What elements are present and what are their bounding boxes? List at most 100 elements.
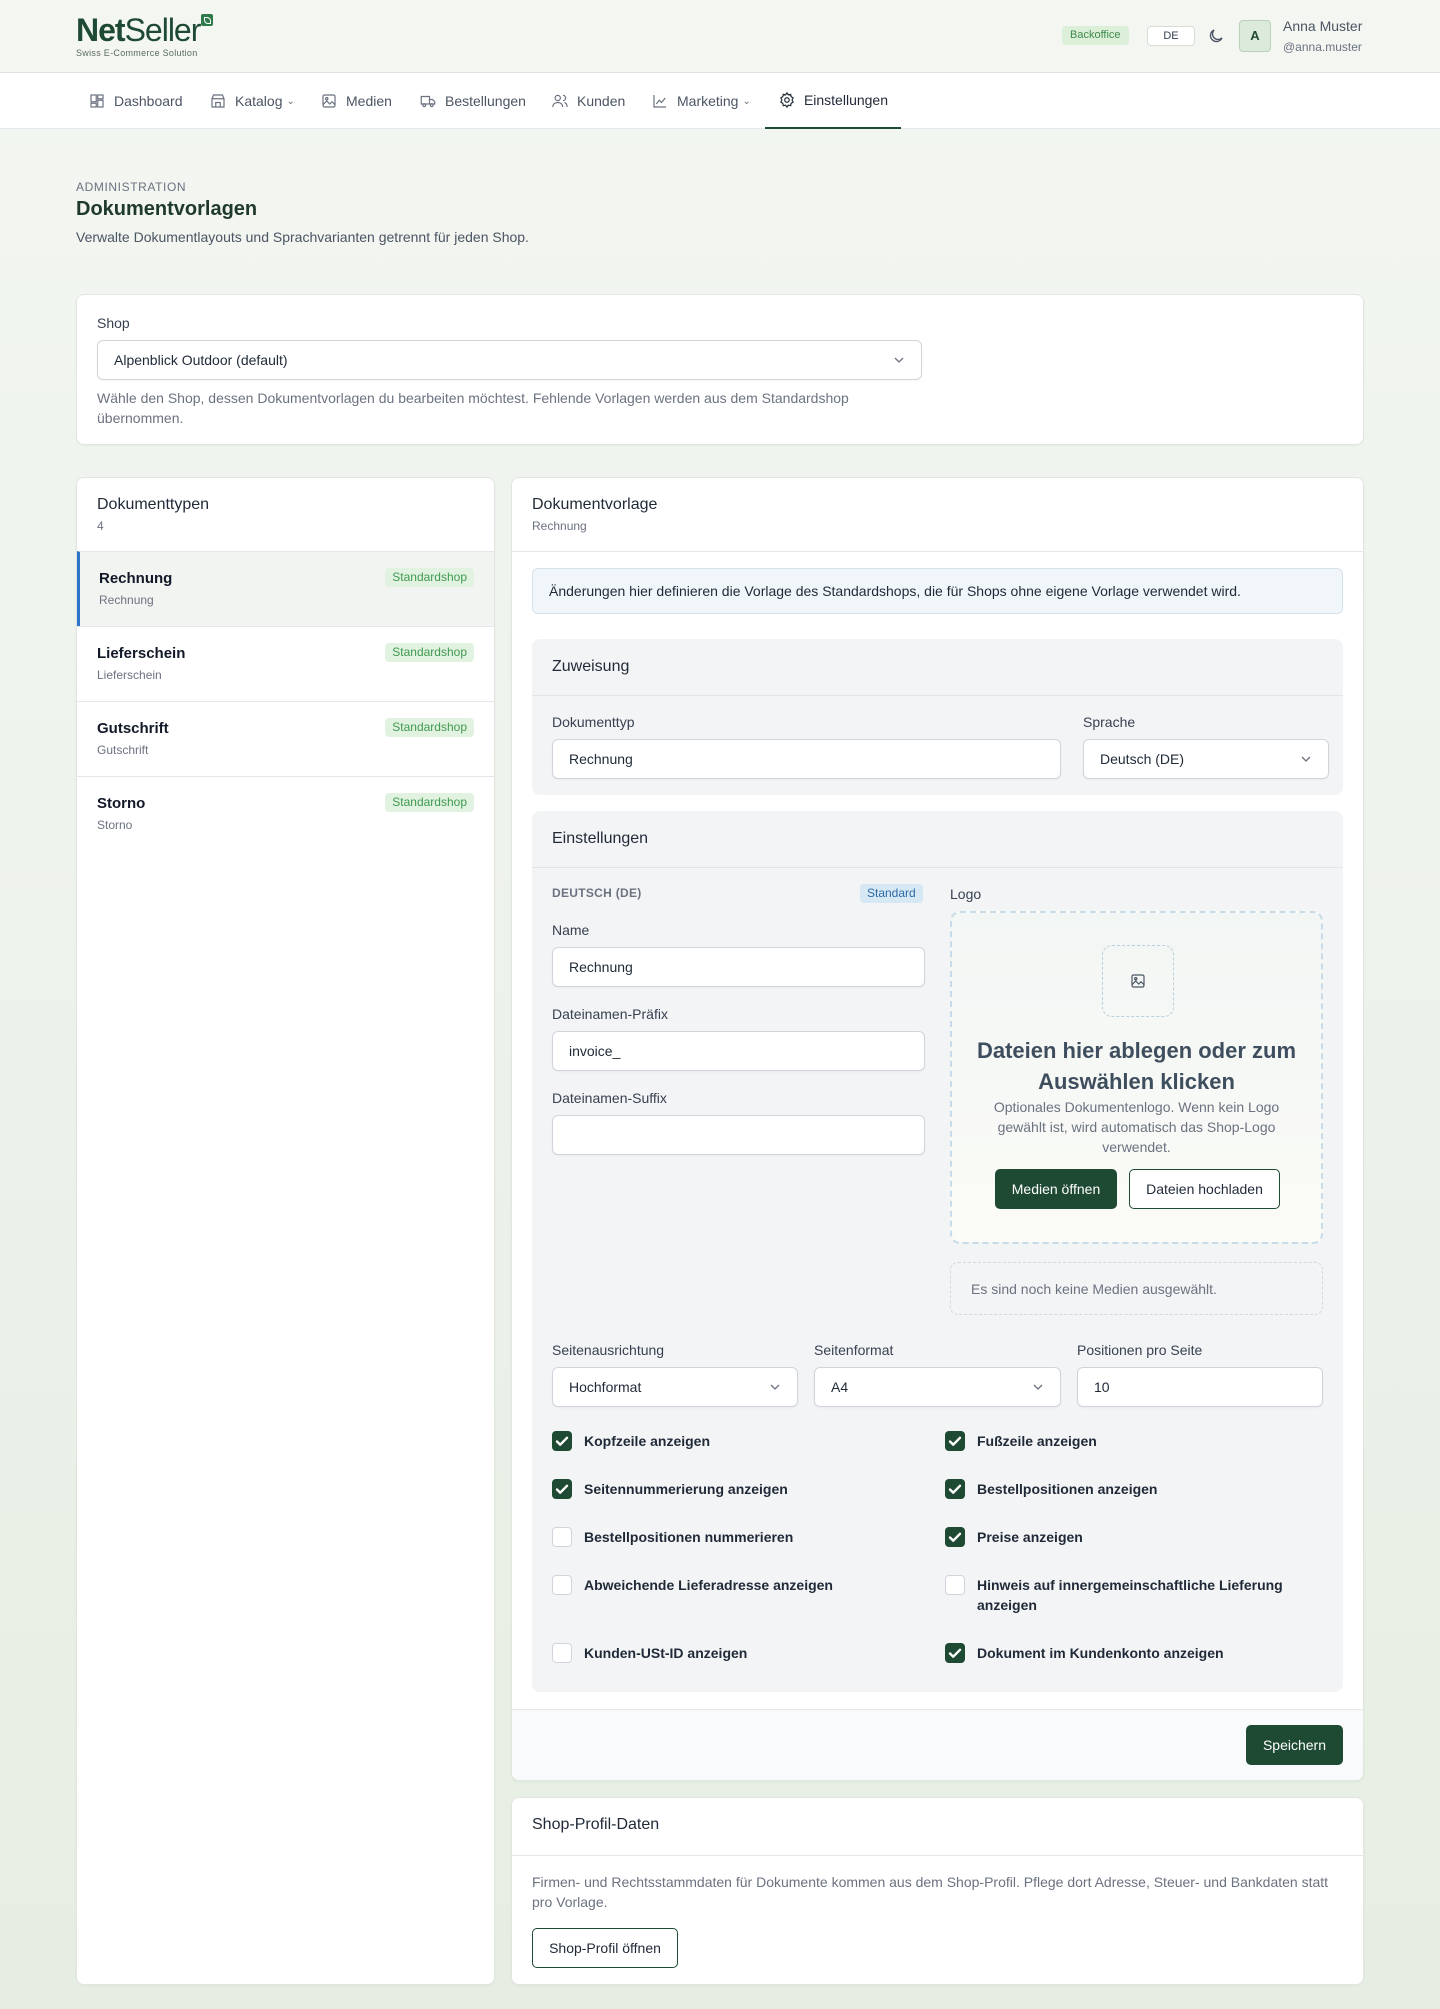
checkbox-label: Kunden-USt-ID anzeigen: [584, 1645, 748, 1661]
language-heading: DEUTSCH (DE): [552, 886, 642, 900]
chevron-down-icon: [1033, 1384, 1043, 1390]
user-handle: @anna.muster: [1283, 40, 1362, 54]
language-label: Sprache: [1083, 714, 1136, 730]
format-select-value: A4: [831, 1379, 849, 1395]
brand-name-bold: Net: [76, 12, 126, 48]
checkbox[interactable]: [945, 1643, 965, 1663]
store-icon: [211, 94, 225, 108]
checkbox[interactable]: [945, 1431, 965, 1451]
checkbox-label: Bestellpositionen anzeigen: [977, 1481, 1158, 1497]
checkbox-footer[interactable]: Fußzeile anzeigen: [945, 1431, 1315, 1451]
nav-item-katalog[interactable]: Katalog ⌄: [209, 73, 295, 129]
prefix-input[interactable]: invoice_: [552, 1031, 925, 1071]
language-switch-button[interactable]: DE: [1147, 26, 1195, 46]
checkbox[interactable]: [552, 1527, 572, 1547]
brand-logo[interactable]: Net Seller Swiss E-Commerce Solution: [76, 12, 214, 58]
divider: [512, 551, 1363, 552]
document-type-subtitle: Storno: [97, 818, 133, 832]
checkbox-prices[interactable]: Preise anzeigen: [945, 1527, 1315, 1547]
check-icon: [555, 1484, 569, 1494]
language-select[interactable]: Deutsch (DE): [1083, 739, 1329, 779]
shop-select-value: Alpenblick Outdoor (default): [114, 352, 288, 368]
checkbox-label: Kopfzeile anzeigen: [584, 1433, 711, 1449]
user-name: Anna Muster: [1283, 18, 1363, 34]
document-type-item-rechnung[interactable]: Rechnung Rechnung Standardshop: [77, 551, 494, 626]
name-label: Name: [552, 922, 590, 938]
checkbox[interactable]: [552, 1643, 572, 1663]
nav-item-bestellungen[interactable]: Bestellungen: [419, 73, 526, 129]
checkbox[interactable]: [945, 1575, 965, 1595]
checkbox-label: Seitennummerierung anzeigen: [584, 1481, 788, 1497]
save-button[interactable]: Speichern: [1246, 1725, 1343, 1765]
nav-item-kunden[interactable]: Kunden: [551, 73, 625, 129]
orientation-label: Seitenausrichtung: [552, 1342, 665, 1358]
document-type-item-lieferschein[interactable]: Lieferschein Lieferschein Standardshop: [77, 626, 494, 701]
checkbox-number-positions[interactable]: Bestellpositionen nummerieren: [552, 1527, 922, 1547]
open-shop-profile-button[interactable]: Shop-Profil öffnen: [532, 1928, 678, 1968]
checkbox-order-positions[interactable]: Bestellpositionen anzeigen: [945, 1479, 1315, 1499]
page-title: Dokumentvorlagen: [76, 198, 258, 220]
logo-dropzone[interactable]: Dateien hier ablegen oder zum Auswählen …: [950, 911, 1323, 1244]
settings-section: Einstellungen DEUTSCH (DE) Standard Name…: [532, 811, 1343, 1692]
document-template-card: Dokumentvorlage Rechnung Änderungen hier…: [511, 477, 1364, 1781]
checkbox-page-numbering[interactable]: Seitennummerierung anzeigen: [552, 1479, 922, 1499]
checkbox-customer-account[interactable]: Dokument im Kundenkonto anzeigen: [945, 1643, 1315, 1663]
divider: [512, 1855, 1363, 1856]
document-types-title: Dokumenttypen: [97, 496, 210, 513]
gear-icon: [780, 91, 794, 109]
document-type-subtitle: Gutschrift: [97, 743, 149, 757]
theme-toggle-button[interactable]: [1204, 24, 1228, 48]
nav-item-medien[interactable]: Medien: [320, 73, 392, 129]
suffix-input[interactable]: [552, 1115, 925, 1155]
chart-icon: [653, 95, 666, 108]
checkbox[interactable]: [552, 1431, 572, 1451]
format-select[interactable]: A4: [814, 1367, 1061, 1407]
checkbox-header[interactable]: Kopfzeile anzeigen: [552, 1431, 922, 1451]
image-icon: [322, 94, 336, 108]
standard-badge: Standard: [860, 884, 923, 903]
prefix-label: Dateinamen-Präfix: [552, 1006, 668, 1022]
orientation-select[interactable]: Hochformat: [552, 1367, 798, 1407]
no-media-notice: Es sind noch keine Medien ausgewählt.: [950, 1262, 1323, 1315]
language-select-value: Deutsch (DE): [1100, 751, 1185, 767]
open-media-button[interactable]: Medien öffnen: [995, 1169, 1117, 1209]
nav-item-dashboard[interactable]: Dashboard: [88, 73, 183, 129]
check-icon: [948, 1648, 962, 1658]
shop-profile-text: Firmen- und Rechtsstammdaten für Dokumen…: [532, 1874, 1329, 1910]
nav-item-einstellungen[interactable]: Einstellungen: [765, 73, 901, 129]
name-input[interactable]: Rechnung: [552, 947, 925, 987]
document-type-item-storno[interactable]: Storno Storno Standardshop: [77, 776, 494, 851]
nav-item-marketing[interactable]: Marketing ⌄: [651, 73, 751, 129]
shop-profile-card: Shop-Profil-Daten Firmen- und Rechtsstam…: [511, 1797, 1364, 1985]
nav-label: Dashboard: [114, 93, 183, 109]
checkbox[interactable]: [552, 1575, 572, 1595]
leaf-icon: [201, 14, 214, 26]
checkbox-alt-delivery-address[interactable]: Abweichende Lieferadresse anzeigen: [552, 1575, 922, 1595]
checkbox[interactable]: [945, 1479, 965, 1499]
checkbox-intra-community-note[interactable]: Hinweis auf innergemeinschaftliche Liefe…: [945, 1575, 1315, 1615]
standardshop-badge: Standardshop: [385, 718, 474, 737]
checkbox[interactable]: [945, 1527, 965, 1547]
checkbox[interactable]: [552, 1479, 572, 1499]
shop-select[interactable]: Alpenblick Outdoor (default): [97, 340, 922, 380]
nav-label: Bestellungen: [445, 93, 526, 109]
image-placeholder: [1102, 945, 1174, 1017]
users-icon: [552, 94, 568, 108]
backoffice-badge: Backoffice: [1062, 26, 1129, 45]
settings-title: Einstellungen: [532, 811, 1343, 868]
template-title: Dokumentvorlage: [532, 496, 658, 513]
shop-profile-title: Shop-Profil-Daten: [532, 1816, 660, 1833]
moon-icon: [1209, 29, 1223, 43]
doctype-label: Dokumenttyp: [552, 714, 635, 730]
per-page-input[interactable]: 10: [1077, 1367, 1323, 1407]
document-type-item-gutschrift[interactable]: Gutschrift Gutschrift Standardshop: [77, 701, 494, 776]
assignment-title: Zuweisung: [532, 639, 1343, 696]
checkbox-customer-vat-id[interactable]: Kunden-USt-ID anzeigen: [552, 1643, 922, 1663]
doctype-field[interactable]: Rechnung: [552, 739, 1061, 779]
shop-select-card: Shop Alpenblick Outdoor (default) Wähle …: [76, 294, 1364, 445]
upload-files-button[interactable]: Dateien hochladen: [1129, 1169, 1280, 1209]
avatar[interactable]: A: [1239, 20, 1271, 52]
document-types-card: Dokumenttypen 4 Rechnung Rechnung Standa…: [76, 477, 495, 1985]
brand-name-rest: Seller: [124, 12, 202, 48]
document-type-title: Rechnung: [99, 570, 173, 587]
